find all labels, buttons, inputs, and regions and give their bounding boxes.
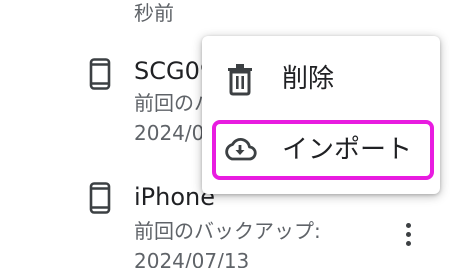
device-backup-label: 前回のバックアップ:: [134, 219, 321, 243]
smartphone-icon: [89, 182, 111, 214]
more-vert-icon: [405, 222, 411, 228]
trash-icon: [228, 64, 252, 96]
smartphone-icon: [89, 58, 111, 90]
device-item-iphone[interactable]: iPhone 前回のバックアップ: 2024/07/13: [0, 182, 450, 268]
highlight-box: [212, 120, 434, 180]
device-backup-date: 2024/07/13: [134, 249, 250, 268]
menu-item-label: 削除: [282, 64, 335, 94]
context-menu: 削除 インポート: [202, 36, 440, 194]
device-backup-list: 秒前 SCG09 前回のバックアップ: 2024/07/13 iPhone 前回…: [0, 0, 450, 268]
previous-item-subtitle: 秒前: [134, 1, 174, 25]
more-options-button[interactable]: [396, 216, 420, 252]
menu-item-delete[interactable]: 削除: [202, 48, 440, 110]
